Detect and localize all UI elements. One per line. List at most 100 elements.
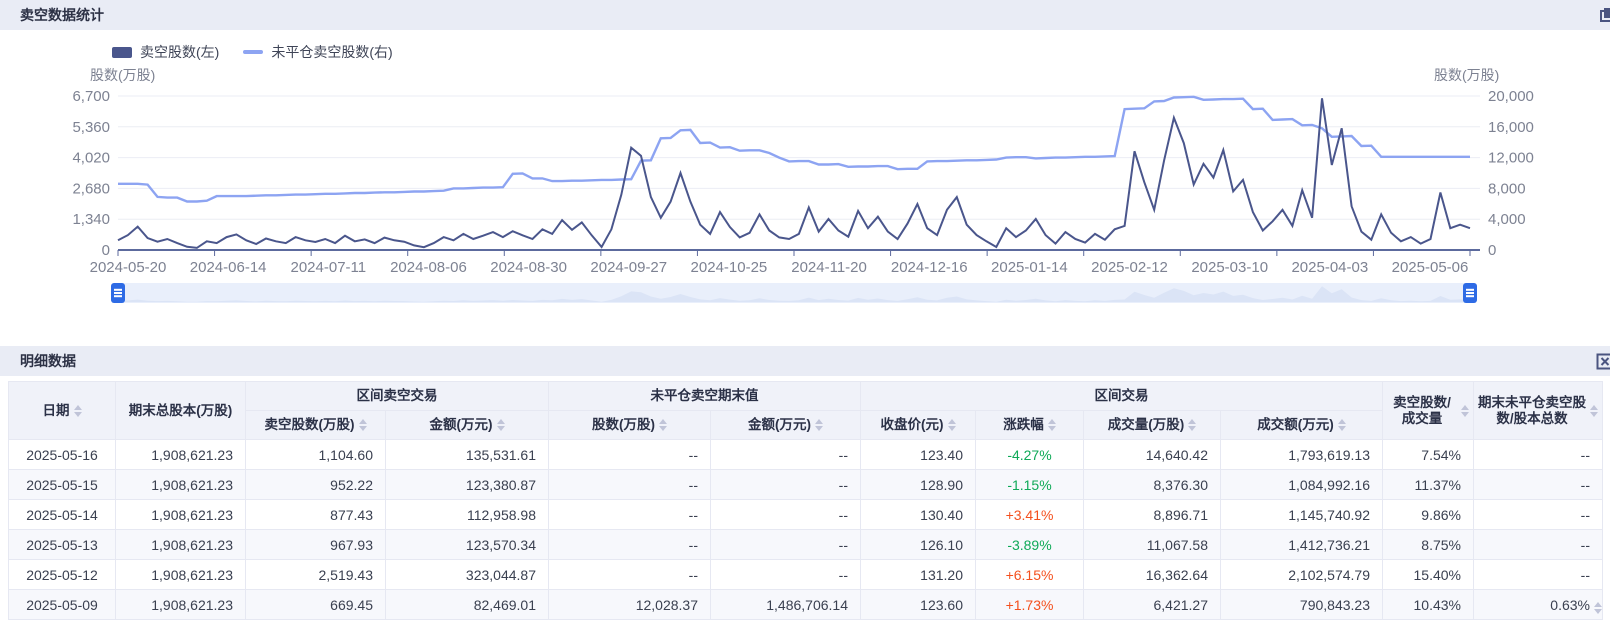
cell-ratio-volume: 7.54% (1383, 440, 1474, 470)
cell-date: 2025-05-12 (9, 560, 116, 590)
cell-volume: 16,362.64 (1084, 560, 1221, 590)
right-axis-tick: 8,000 (1488, 180, 1526, 197)
right-axis-title: 股数(万股) (1434, 67, 1499, 83)
sort-icon[interactable] (1188, 419, 1196, 431)
col-header-total-shares[interactable]: 期末总股本(万股) (116, 382, 246, 440)
x-axis-label: 2024-08-06 (390, 259, 467, 276)
cell-ratio-shares: -- (1474, 470, 1603, 500)
right-axis-tick: 16,000 (1488, 119, 1534, 136)
col-header-open-shares[interactable]: 股数(万股) (549, 411, 711, 440)
sort-icon[interactable] (1338, 419, 1346, 431)
sort-icon[interactable] (1594, 602, 1602, 614)
col-header-ratio-shares[interactable]: 期末未平仓卖空股数/股本总数 (1474, 382, 1603, 440)
cell-open-amount: -- (711, 440, 861, 470)
cell-short-amount: 82,469.01 (386, 590, 549, 620)
cell-open-shares: -- (549, 560, 711, 590)
cell-short-shares: 877.43 (246, 500, 386, 530)
cell-close-price: 123.60 (861, 590, 976, 620)
sort-icon[interactable] (359, 419, 367, 431)
right-axis-tick: 12,000 (1488, 150, 1534, 167)
cell-date: 2025-05-14 (9, 500, 116, 530)
x-axis-label: 2024-05-20 (90, 259, 167, 276)
cell-ratio-volume: 11.37% (1383, 470, 1474, 500)
cell-ratio-volume: 15.40% (1383, 560, 1474, 590)
col-header-open-amount[interactable]: 金额(万元) (711, 411, 861, 440)
col-header-date[interactable]: 日期 (9, 382, 116, 440)
cell-short-shares: 952.22 (246, 470, 386, 500)
table-row: 2025-05-14 1,908,621.23 877.43 112,958.9… (9, 500, 1603, 530)
col-header-short-shares[interactable]: 卖空股数(万股) (246, 411, 386, 440)
data-zoom-slider[interactable] (118, 283, 1470, 303)
cell-short-amount: 135,531.61 (386, 440, 549, 470)
sort-icon[interactable] (1048, 419, 1056, 431)
chart-section-title: 卖空数据统计 (20, 5, 104, 25)
cell-turnover: 790,843.23 (1221, 590, 1383, 620)
x-axis-label: 2024-12-16 (891, 259, 968, 276)
table-row: 2025-05-16 1,908,621.23 1,104.60 135,531… (9, 440, 1603, 470)
cell-ratio-shares: -- (1474, 500, 1603, 530)
sort-icon[interactable] (497, 419, 505, 431)
table-row: 2025-05-13 1,908,621.23 967.93 123,570.3… (9, 530, 1603, 560)
cell-total-shares: 1,908,621.23 (116, 470, 246, 500)
sort-icon[interactable] (815, 419, 823, 431)
cell-close-price: 131.20 (861, 560, 976, 590)
cell-open-amount: -- (711, 530, 861, 560)
cell-close-price: 126.10 (861, 530, 976, 560)
left-axis-tick: 5,360 (72, 119, 110, 136)
cell-turnover: 1,145,740.92 (1221, 500, 1383, 530)
cell-open-shares: -- (549, 500, 711, 530)
cell-ratio-volume: 9.86% (1383, 500, 1474, 530)
left-axis-tick: 0 (102, 242, 110, 259)
col-header-turnover[interactable]: 成交额(万元) (1221, 411, 1383, 440)
left-axis-tick: 6,700 (72, 88, 110, 105)
x-axis-label: 2024-10-25 (691, 259, 768, 276)
detail-section-header: 明细数据 (0, 346, 1610, 376)
cell-close-price: 128.90 (861, 470, 976, 500)
cell-volume: 6,421.27 (1084, 590, 1221, 620)
left-axis-tick: 4,020 (72, 150, 110, 167)
x-axis-label: 2025-01-14 (991, 259, 1068, 276)
cell-turnover: 1,084,992.16 (1221, 470, 1383, 500)
table-row: 2025-05-09 1,908,621.23 669.45 82,469.01… (9, 590, 1603, 620)
sort-icon[interactable] (74, 405, 82, 417)
cell-short-amount: 123,570.34 (386, 530, 549, 560)
x-axis-label: 2024-07-11 (290, 259, 366, 276)
download-icon[interactable] (1599, 7, 1610, 23)
cell-change-percent: +6.15% (976, 560, 1084, 590)
cell-open-amount: 1,486,706.14 (711, 590, 861, 620)
sort-icon[interactable] (659, 419, 667, 431)
col-header-volume[interactable]: 成交量(万股) (1084, 411, 1221, 440)
cell-change-percent: -4.27% (976, 440, 1084, 470)
data-zoom-left-handle[interactable] (111, 283, 125, 303)
x-axis-label: 2024-09-27 (590, 259, 667, 276)
cell-date: 2025-05-09 (9, 590, 116, 620)
col-header-ratio-volume[interactable]: 卖空股数/成交量 (1383, 382, 1474, 440)
col-header-short-amount[interactable]: 金额(万元) (386, 411, 549, 440)
x-axis-label: 2025-02-12 (1091, 259, 1168, 276)
series-short-shares (118, 98, 1470, 248)
cell-short-shares: 967.93 (246, 530, 386, 560)
cell-turnover: 2,102,574.79 (1221, 560, 1383, 590)
group-header-open-short: 未平仓卖空期末值 (549, 382, 861, 411)
export-excel-icon[interactable] (1596, 353, 1610, 370)
data-zoom-right-handle[interactable] (1463, 283, 1477, 303)
cell-volume: 14,640.42 (1084, 440, 1221, 470)
chart-section-header: 卖空数据统计 (0, 0, 1610, 30)
right-axis-tick: 4,000 (1488, 211, 1526, 228)
sort-icon[interactable] (948, 419, 956, 431)
cell-open-shares: -- (549, 470, 711, 500)
x-axis-label: 2025-05-06 (1392, 259, 1469, 276)
cell-volume: 8,376.30 (1084, 470, 1221, 500)
left-axis-title: 股数(万股) (90, 67, 155, 83)
x-axis-label: 2024-06-14 (190, 259, 267, 276)
cell-open-amount: -- (711, 470, 861, 500)
sort-icon[interactable] (1461, 405, 1469, 417)
series-open-short-shares (118, 97, 1470, 202)
col-header-change-percent[interactable]: 涨跌幅 (976, 411, 1084, 440)
sort-icon[interactable] (1590, 405, 1598, 417)
col-header-close-price[interactable]: 收盘价(元) (861, 411, 976, 440)
cell-volume: 8,896.71 (1084, 500, 1221, 530)
cell-short-shares: 1,104.60 (246, 440, 386, 470)
cell-ratio-shares: 0.63% (1474, 590, 1603, 620)
cell-short-amount: 123,380.87 (386, 470, 549, 500)
